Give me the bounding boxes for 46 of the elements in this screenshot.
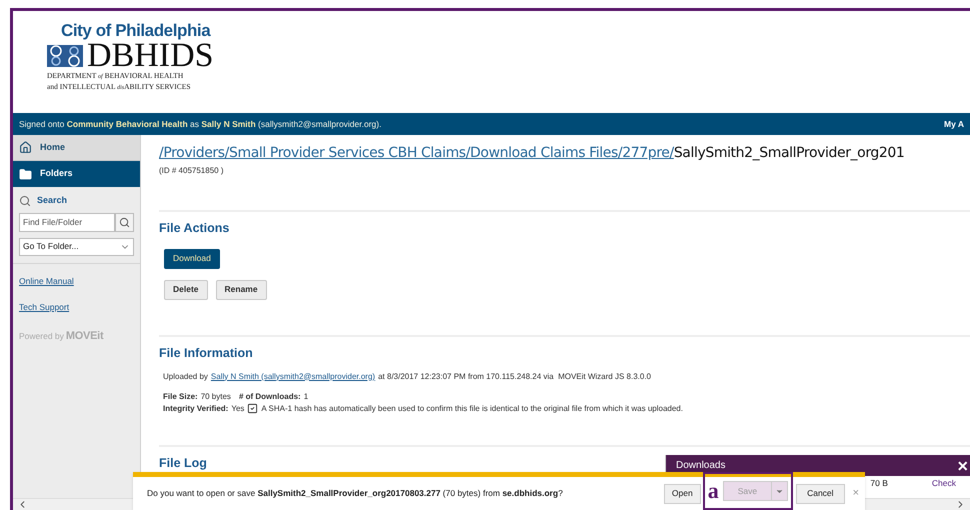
search-button[interactable] [115, 212, 134, 232]
open-button[interactable]: Open [664, 484, 701, 504]
breadcrumb-link[interactable]: /Providers/Small Provider Services CBH Claims/Download Claims Files/277pre/ [159, 145, 674, 161]
file-size-label: File Size: [163, 390, 198, 402]
city-title: City of Philadelphia [61, 21, 210, 41]
sidebar-link[interactable]: Online Manual [19, 274, 74, 288]
integrity-note: A SHA-1 hash has automatically been used to confirm this file is identical to the original file from which it was uploaded. [261, 402, 683, 414]
moveit-logo: MOVEit [66, 329, 104, 344]
close-button[interactable]: × [957, 456, 968, 474]
file-size-value: 70 bytes [200, 390, 231, 402]
uploader-link[interactable]: Sally N Smith (sallysmith2@smallprovider.org) [210, 370, 376, 382]
downloads-title: Downloads [676, 459, 726, 473]
downloads-label: # of Downloads: [238, 390, 301, 402]
annotation-label: a [708, 480, 719, 502]
cancel-button[interactable]: Cancel [796, 484, 845, 504]
powered-by-text: Powered by [19, 330, 64, 343]
file-id: (ID # 405751850 ) [159, 165, 224, 177]
my-account-link[interactable]: My A [944, 118, 964, 130]
find-file-field[interactable]: Find File/Folder [19, 212, 115, 232]
nav-item[interactable]: Home [13, 135, 140, 161]
logo-wordmark: DBHIDS [87, 41, 214, 71]
search-icon [119, 216, 130, 228]
search-icon [19, 194, 31, 207]
folder-icon [19, 168, 32, 180]
section-heading: File Log [159, 454, 207, 472]
logo-pattern-icon [47, 45, 83, 67]
search-label: Search [37, 194, 68, 207]
download-size: 70 B [870, 477, 888, 490]
uploaded-by-label: Uploaded by [163, 370, 208, 382]
check-link[interactable]: Check [932, 477, 956, 490]
signed-in-text: Signed onto Community Behavioral Health as Sally N Smith (sallysmith2@smallprovider.org). [19, 118, 382, 130]
download-button[interactable]: Download [164, 248, 220, 269]
go-to-folder-select[interactable]: Go To Folder... [19, 238, 134, 256]
action-button[interactable]: Rename [216, 280, 267, 300]
home-icon [19, 141, 32, 154]
download-prompt-text: Do you want to open or save SallySmith2_SmallProvider_org20170803.277 (70 bytes) from se.dbhids.org? [147, 487, 564, 500]
section-heading: File Information [159, 344, 254, 362]
upload-details: at 8/3/2017 12:23:07 PM from 170.115.248.24 via MOVEit Wizard JS 8.3.0.0 [378, 370, 651, 382]
breadcrumb-current: SallySmith2_SmallProvider_org201 [674, 145, 904, 161]
section-heading: File Actions [159, 220, 230, 237]
integrity-label: Integrity Verified: [163, 402, 228, 414]
sidebar-link[interactable]: Tech Support [19, 301, 70, 314]
nav-item[interactable]: Folders [13, 161, 140, 187]
downloads-value: 1 [304, 390, 308, 402]
integrity-value: Yes [231, 402, 244, 414]
action-button[interactable]: Delete [164, 280, 208, 300]
